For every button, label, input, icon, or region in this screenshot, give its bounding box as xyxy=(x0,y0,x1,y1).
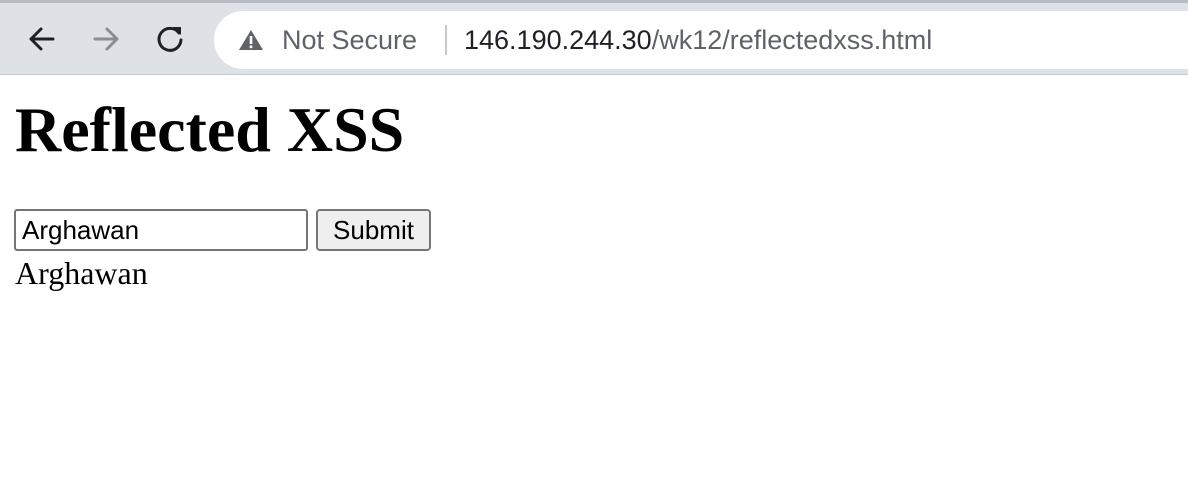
url-text[interactable]: 146.190.244.30/wk12/reflectedxss.html xyxy=(464,25,932,55)
forward-arrow-icon xyxy=(93,27,119,51)
warning-icon[interactable] xyxy=(238,28,264,52)
page-title: Reflected XSS xyxy=(15,94,405,165)
reload-icon xyxy=(157,26,183,52)
url-host: 146.190.244.30 xyxy=(464,25,652,55)
back-button[interactable] xyxy=(24,21,60,57)
security-status-label[interactable]: Not Secure xyxy=(282,25,417,55)
back-arrow-icon xyxy=(29,27,55,51)
reflected-output: Arghawan xyxy=(15,255,148,291)
reload-button[interactable] xyxy=(152,21,188,57)
url-divider xyxy=(445,25,447,55)
page-content: Reflected XSS Submit Arghawan xyxy=(0,75,1188,492)
forward-button[interactable] xyxy=(88,21,124,57)
name-input[interactable] xyxy=(14,209,308,251)
url-path: /wk12/reflectedxss.html xyxy=(651,25,933,55)
browser-toolbar: Not Secure 146.190.244.30/wk12/reflected… xyxy=(0,0,1188,75)
submit-button[interactable]: Submit xyxy=(316,209,431,251)
address-bar[interactable]: Not Secure 146.190.244.30/wk12/reflected… xyxy=(214,11,1188,69)
